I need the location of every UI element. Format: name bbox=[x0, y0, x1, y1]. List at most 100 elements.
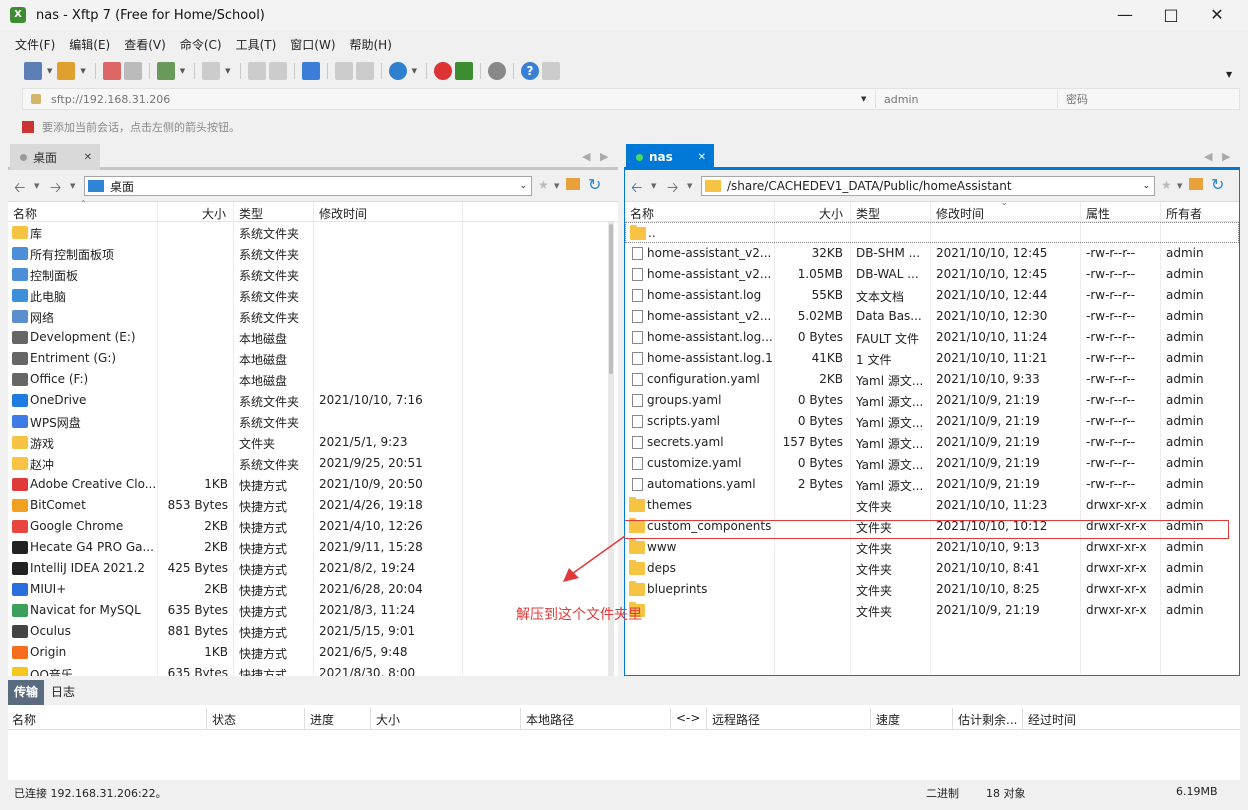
path-dropdown-icon[interactable]: ⌄ bbox=[1142, 181, 1150, 191]
table-row[interactable]: home-assistant.log 55KB 文本文档 2021/10/10, 12… bbox=[625, 285, 1239, 306]
table-row[interactable]: QQ音乐 635 Bytes 快捷方式 2021/8/30, 8:00 bbox=[8, 663, 618, 676]
transfer-column[interactable]: 状态 bbox=[212, 711, 236, 728]
table-row[interactable]: home-assistant.log.1 41KB 1 文件 2021/10/10, … bbox=[625, 348, 1239, 369]
bookmark-arrow-icon[interactable] bbox=[22, 121, 34, 133]
forward-history-icon[interactable]: ▼ bbox=[687, 182, 692, 190]
home-folder-icon[interactable] bbox=[1189, 178, 1203, 190]
table-row[interactable]: blueprints 文件夹 2021/10/10, 8:25 drwxr-xr-x a… bbox=[625, 579, 1239, 600]
table-row[interactable]: Oculus 881 Bytes 快捷方式 2021/5/15, 9:01 bbox=[8, 621, 618, 642]
tab-log[interactable]: 日志 bbox=[48, 680, 78, 705]
table-row[interactable]: 游戏 文件夹 2021/5/1, 9:23 bbox=[8, 432, 618, 453]
chevron-down-icon[interactable]: ▼ bbox=[80, 67, 85, 75]
new-session-icon[interactable] bbox=[24, 62, 42, 80]
table-row[interactable]: 此电脑 系统文件夹 bbox=[8, 285, 618, 306]
username-input[interactable] bbox=[875, 90, 1057, 108]
table-row[interactable]: Development (E:) 本地磁盘 bbox=[8, 327, 618, 348]
tab-nas[interactable]: nas ✕ bbox=[626, 144, 714, 170]
tab-next-icon[interactable]: ▶ bbox=[1222, 150, 1230, 163]
transfer-mode[interactable]: 二进制 bbox=[926, 785, 959, 801]
column-type[interactable]: 类型 bbox=[239, 205, 263, 222]
menu-item[interactable]: 编辑(E) bbox=[62, 36, 117, 53]
download-icon[interactable] bbox=[268, 62, 287, 80]
table-row[interactable]: www 文件夹 2021/10/10, 9:13 drwxr-xr-x admin bbox=[625, 537, 1239, 558]
back-arrow-icon[interactable]: 🡠 bbox=[14, 177, 25, 201]
close-tab-icon[interactable]: ✕ bbox=[84, 152, 92, 163]
menu-item[interactable]: 文件(F) bbox=[8, 36, 62, 53]
remote-path-box[interactable]: /share/CACHEDEV1_DATA/Public/homeAssista… bbox=[701, 176, 1155, 196]
table-row[interactable]: deps 文件夹 2021/10/10, 8:41 drwxr-xr-x admin bbox=[625, 558, 1239, 579]
transfer-column[interactable]: 远程路径 bbox=[712, 711, 760, 728]
transfer-column[interactable]: 进度 bbox=[310, 711, 334, 728]
table-row[interactable]: Google Chrome 2KB 快捷方式 2021/4/10, 12:26 bbox=[8, 516, 618, 537]
disconnect-icon[interactable] bbox=[123, 62, 142, 80]
favorite-star-icon[interactable]: ★ bbox=[1161, 178, 1172, 192]
table-row[interactable]: scripts.yaml 0 Bytes Yaml 源文... 2021/10/9, … bbox=[625, 411, 1239, 432]
table-row[interactable]: Origin 1KB 快捷方式 2021/6/5, 9:48 bbox=[8, 642, 618, 663]
transfer-column[interactable]: 经过时间 bbox=[1028, 711, 1076, 728]
table-row[interactable]: 库 系统文件夹 bbox=[8, 222, 618, 243]
favorite-star-icon[interactable]: ★ bbox=[538, 178, 549, 192]
menu-item[interactable]: 窗口(W) bbox=[283, 36, 342, 53]
upload-icon[interactable] bbox=[247, 62, 266, 80]
column-name[interactable]: 名称 bbox=[13, 205, 37, 222]
view-icon[interactable] bbox=[202, 62, 221, 80]
tab-transfer[interactable]: 传输 bbox=[8, 680, 44, 705]
table-row[interactable]: IntelliJ IDEA 2021.2 425 Bytes 快捷方式 2021/8/… bbox=[8, 558, 618, 579]
table-row[interactable]: WPS网盘 系统文件夹 bbox=[8, 411, 618, 432]
toolbar-overflow-icon[interactable]: ▼ bbox=[1226, 70, 1232, 79]
menu-item[interactable]: 查看(V) bbox=[117, 36, 173, 53]
favorites-dropdown-icon[interactable]: ▼ bbox=[1177, 182, 1182, 190]
table-row[interactable]: 控制面板 系统文件夹 bbox=[8, 264, 618, 285]
column-type[interactable]: 类型 bbox=[856, 205, 880, 222]
xftp-icon[interactable] bbox=[454, 62, 473, 80]
back-history-icon[interactable]: ▼ bbox=[34, 182, 39, 190]
table-row[interactable]: secrets.yaml 157 Bytes Yaml 源文... 2021/10/9… bbox=[625, 432, 1239, 453]
table-row[interactable]: 所有控制面板项 系统文件夹 bbox=[8, 243, 618, 264]
table-row[interactable]: home-assistant.log.... 0 Bytes FAULT 文件 202… bbox=[625, 327, 1239, 348]
minimize-button[interactable]: — bbox=[1102, 0, 1148, 30]
column-attributes[interactable]: 属性 bbox=[1086, 205, 1110, 222]
table-row[interactable]: customize.yaml 0 Bytes Yaml 源文... 2021/10/9… bbox=[625, 453, 1239, 474]
copy-icon[interactable] bbox=[334, 62, 353, 80]
table-row[interactable]: 文件夹 2021/10/9, 21:19 drwxr-xr-x admin bbox=[625, 600, 1239, 621]
table-row[interactable]: MIUI+ 2KB 快捷方式 2021/6/28, 20:04 bbox=[8, 579, 618, 600]
favorites-dropdown-icon[interactable]: ▼ bbox=[554, 182, 559, 190]
column-size[interactable]: 大小 bbox=[202, 205, 226, 222]
new-folder-icon[interactable] bbox=[156, 62, 175, 80]
back-arrow-icon[interactable]: 🡠 bbox=[631, 177, 642, 201]
table-row[interactable]: Adobe Creative Clo... 1KB 快捷方式 2021/10/9, 2… bbox=[8, 474, 618, 495]
table-row[interactable]: groups.yaml 0 Bytes Yaml 源文... 2021/10/9, 2… bbox=[625, 390, 1239, 411]
connect-icon[interactable] bbox=[102, 62, 121, 80]
column-modified[interactable]: 修改时间 bbox=[936, 205, 984, 222]
table-row[interactable]: home-assistant_v2.... 32KB DB-SHM ... 2021/… bbox=[625, 243, 1239, 264]
table-row[interactable]: 赵冲 系统文件夹 2021/9/25, 20:51 bbox=[8, 453, 618, 474]
menu-item[interactable]: 命令(C) bbox=[173, 36, 229, 53]
refresh-icon[interactable]: ↻ bbox=[1211, 175, 1224, 194]
home-folder-icon[interactable] bbox=[566, 178, 580, 190]
path-dropdown-icon[interactable]: ⌄ bbox=[519, 181, 527, 191]
chevron-down-icon[interactable]: ▼ bbox=[180, 67, 185, 75]
table-row[interactable]: BitComet 853 Bytes 快捷方式 2021/4/26, 19:18 bbox=[8, 495, 618, 516]
parent-dir-row[interactable]: .. bbox=[625, 222, 1239, 243]
transfer-column[interactable]: 名称 bbox=[12, 711, 36, 728]
table-row[interactable]: automations.yaml 2 Bytes Yaml 源文... 2021/10… bbox=[625, 474, 1239, 495]
scrollbar-thumb[interactable] bbox=[609, 224, 613, 374]
transfer-column[interactable]: 估计剩余... bbox=[958, 711, 1017, 728]
forward-arrow-icon[interactable]: 🡢 bbox=[50, 177, 61, 201]
open-folder-icon[interactable] bbox=[57, 62, 76, 80]
help-icon[interactable]: ? bbox=[520, 62, 539, 80]
maximize-button[interactable]: □ bbox=[1148, 0, 1194, 30]
password-input[interactable] bbox=[1057, 90, 1239, 108]
gear-icon[interactable] bbox=[487, 62, 506, 80]
chat-icon[interactable] bbox=[541, 62, 560, 80]
column-owner[interactable]: 所有者 bbox=[1166, 205, 1202, 222]
table-row[interactable]: configuration.yaml 2KB Yaml 源文... 2021/10/1… bbox=[625, 369, 1239, 390]
xshell-icon[interactable] bbox=[433, 62, 452, 80]
chevron-down-icon[interactable]: ▼ bbox=[225, 67, 230, 75]
table-row[interactable]: Office (F:) 本地磁盘 bbox=[8, 369, 618, 390]
forward-arrow-icon[interactable]: 🡢 bbox=[667, 177, 678, 201]
close-tab-icon[interactable]: ✕ bbox=[698, 152, 706, 163]
close-button[interactable]: ✕ bbox=[1194, 0, 1240, 30]
table-row[interactable]: home-assistant_v2.... 1.05MB DB-WAL ... 202… bbox=[625, 264, 1239, 285]
table-row[interactable]: themes 文件夹 2021/10/10, 11:23 drwxr-xr-x admi… bbox=[625, 495, 1239, 516]
